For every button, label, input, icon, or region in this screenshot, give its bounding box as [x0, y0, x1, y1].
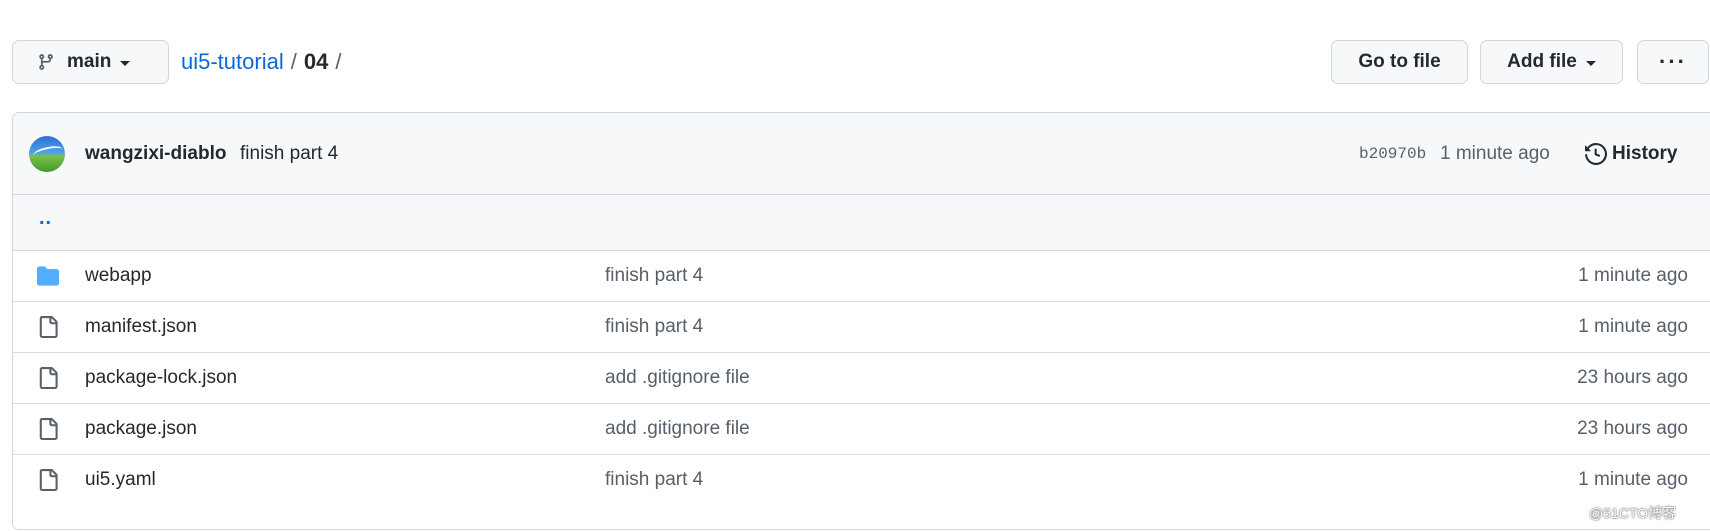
- latest-commit-bar: wangzixi-diablo finish part 4 b20970b 1 …: [13, 113, 1710, 195]
- file-name-link[interactable]: manifest.json: [85, 316, 197, 338]
- file-row[interactable]: manifest.json finish part 4 1 minute ago: [13, 302, 1710, 353]
- breadcrumb-trailing-separator: /: [335, 49, 342, 74]
- file-commit-time: 23 hours ago: [1577, 367, 1688, 388]
- commit-time: 1 minute ago: [1440, 142, 1550, 164]
- file-row[interactable]: package.json add .gitignore file 23 hours …: [13, 404, 1710, 455]
- parent-directory-row: ..: [13, 195, 1710, 251]
- file-commit-message-link[interactable]: finish part 4: [605, 469, 703, 491]
- file-icon: [39, 469, 58, 491]
- file-commit-message-link[interactable]: add .gitignore file: [605, 367, 750, 389]
- history-icon: [1585, 142, 1607, 165]
- commit-sha-link[interactable]: b20970b: [1359, 145, 1426, 163]
- commit-message-link[interactable]: finish part 4: [240, 143, 338, 165]
- add-file-button[interactable]: Add file: [1480, 40, 1623, 84]
- branch-label: main: [67, 51, 112, 72]
- file-icon: [39, 418, 58, 440]
- watermark: @51CTO博客: [1589, 505, 1677, 521]
- file-icon: [39, 367, 58, 389]
- file-commit-time: 1 minute ago: [1578, 469, 1688, 490]
- add-file-label: Add file: [1507, 51, 1577, 72]
- file-browser: wangzixi-diablo finish part 4 b20970b 1 …: [12, 112, 1710, 530]
- file-row[interactable]: package-lock.json add .gitignore file 23 h…: [13, 353, 1710, 404]
- caret-down-icon: [1585, 61, 1596, 66]
- more-options-button[interactable]: ···: [1637, 40, 1709, 84]
- breadcrumb-separator: /: [290, 49, 297, 74]
- branch-selector-button[interactable]: main: [12, 40, 169, 84]
- file-commit-message-link[interactable]: add .gitignore file: [605, 418, 750, 440]
- file-row[interactable]: webapp finish part 4 1 minute ago: [13, 251, 1710, 302]
- file-commit-time: 23 hours ago: [1577, 418, 1688, 439]
- file-commit-message-link[interactable]: finish part 4: [605, 316, 703, 338]
- history-label: History: [1612, 142, 1678, 164]
- go-to-file-button[interactable]: Go to file: [1331, 40, 1468, 84]
- folder-icon: [37, 266, 59, 286]
- file-name-link[interactable]: package-lock.json: [85, 367, 237, 389]
- breadcrumb-current-dir: 04: [303, 49, 329, 74]
- file-name-link[interactable]: ui5.yaml: [85, 469, 156, 491]
- file-list: webapp finish part 41 minute ago manifest.…: [13, 251, 1710, 505]
- file-commit-message-link[interactable]: finish part 4: [605, 265, 703, 287]
- parent-directory-link[interactable]: ..: [39, 207, 52, 230]
- avatar[interactable]: [29, 136, 65, 172]
- file-row[interactable]: ui5.yaml finish part 4 1 minute ago: [13, 455, 1710, 505]
- breadcrumb-repo-link[interactable]: ui5-tutorial: [181, 49, 284, 75]
- history-link[interactable]: History: [1585, 143, 1677, 165]
- commit-author-link[interactable]: wangzixi-diablo: [85, 143, 226, 165]
- caret-down-icon: [120, 61, 131, 66]
- git-branch-icon: [39, 54, 53, 70]
- breadcrumb: ui5-tutorial / 04 /: [181, 40, 348, 84]
- file-name-link[interactable]: webapp: [85, 265, 152, 287]
- file-commit-time: 1 minute ago: [1578, 265, 1688, 286]
- file-icon: [39, 316, 58, 338]
- file-name-link[interactable]: package.json: [85, 418, 197, 440]
- file-commit-time: 1 minute ago: [1578, 316, 1688, 337]
